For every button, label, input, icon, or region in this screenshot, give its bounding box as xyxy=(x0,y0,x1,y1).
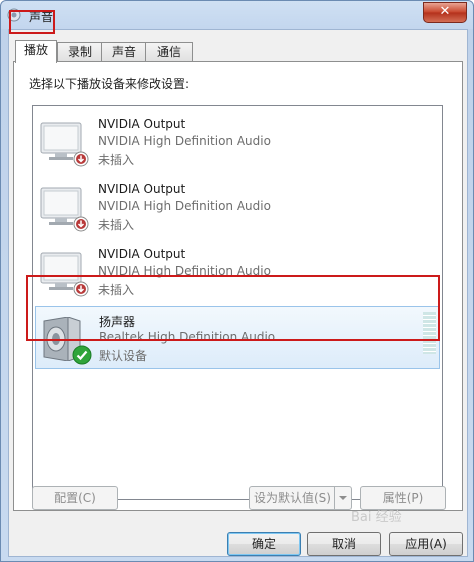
device-item[interactable]: NVIDIA Output NVIDIA High Definition Aud… xyxy=(35,176,438,237)
default-check-icon xyxy=(72,345,92,365)
device-status: 未插入 xyxy=(98,218,135,232)
unplugged-badge-icon xyxy=(73,151,89,167)
device-status: 默认设备 xyxy=(99,349,148,363)
tab-highlight-box xyxy=(9,10,55,34)
device-name: NVIDIA Output xyxy=(98,247,186,261)
device-name: NVIDIA Output xyxy=(98,182,186,196)
tab-communications[interactable]: 通信 xyxy=(145,42,193,61)
set-default-button[interactable]: 设为默认值(S) xyxy=(249,486,352,510)
tab-sounds[interactable]: 声音 xyxy=(101,42,147,61)
watermark: Bai 经验 xyxy=(351,510,402,525)
tab-recording[interactable]: 录制 xyxy=(57,42,103,61)
device-item[interactable]: NVIDIA Output NVIDIA High Definition Aud… xyxy=(35,111,438,172)
set-default-label: 设为默认值(S) xyxy=(254,491,331,505)
unplugged-badge-icon xyxy=(73,216,89,232)
device-status: 未插入 xyxy=(98,153,135,167)
cancel-button[interactable]: 取消 xyxy=(307,532,381,556)
close-button[interactable]: ✕ xyxy=(423,2,467,23)
ok-button[interactable]: 确定 xyxy=(227,532,301,556)
device-name: NVIDIA Output xyxy=(98,117,186,131)
device-description: NVIDIA High Definition Audio xyxy=(98,134,271,148)
apply-button[interactable]: 应用(A) xyxy=(389,532,463,556)
panel-prompt: 选择以下播放设备来修改设置: xyxy=(29,77,190,91)
sound-dialog: 声音 ✕ 播放 录制 声音 通信 选择以下播放设备来修改设置: NVIDIA O… xyxy=(0,0,474,562)
device-highlight-box xyxy=(26,275,440,341)
device-description: NVIDIA High Definition Audio xyxy=(98,199,271,213)
title-bar[interactable]: 声音 ✕ xyxy=(1,1,473,29)
tab-playback[interactable]: 播放 xyxy=(15,40,57,63)
dropdown-arrow-icon[interactable] xyxy=(334,487,351,509)
configure-button[interactable]: 配置(C) xyxy=(32,486,118,510)
